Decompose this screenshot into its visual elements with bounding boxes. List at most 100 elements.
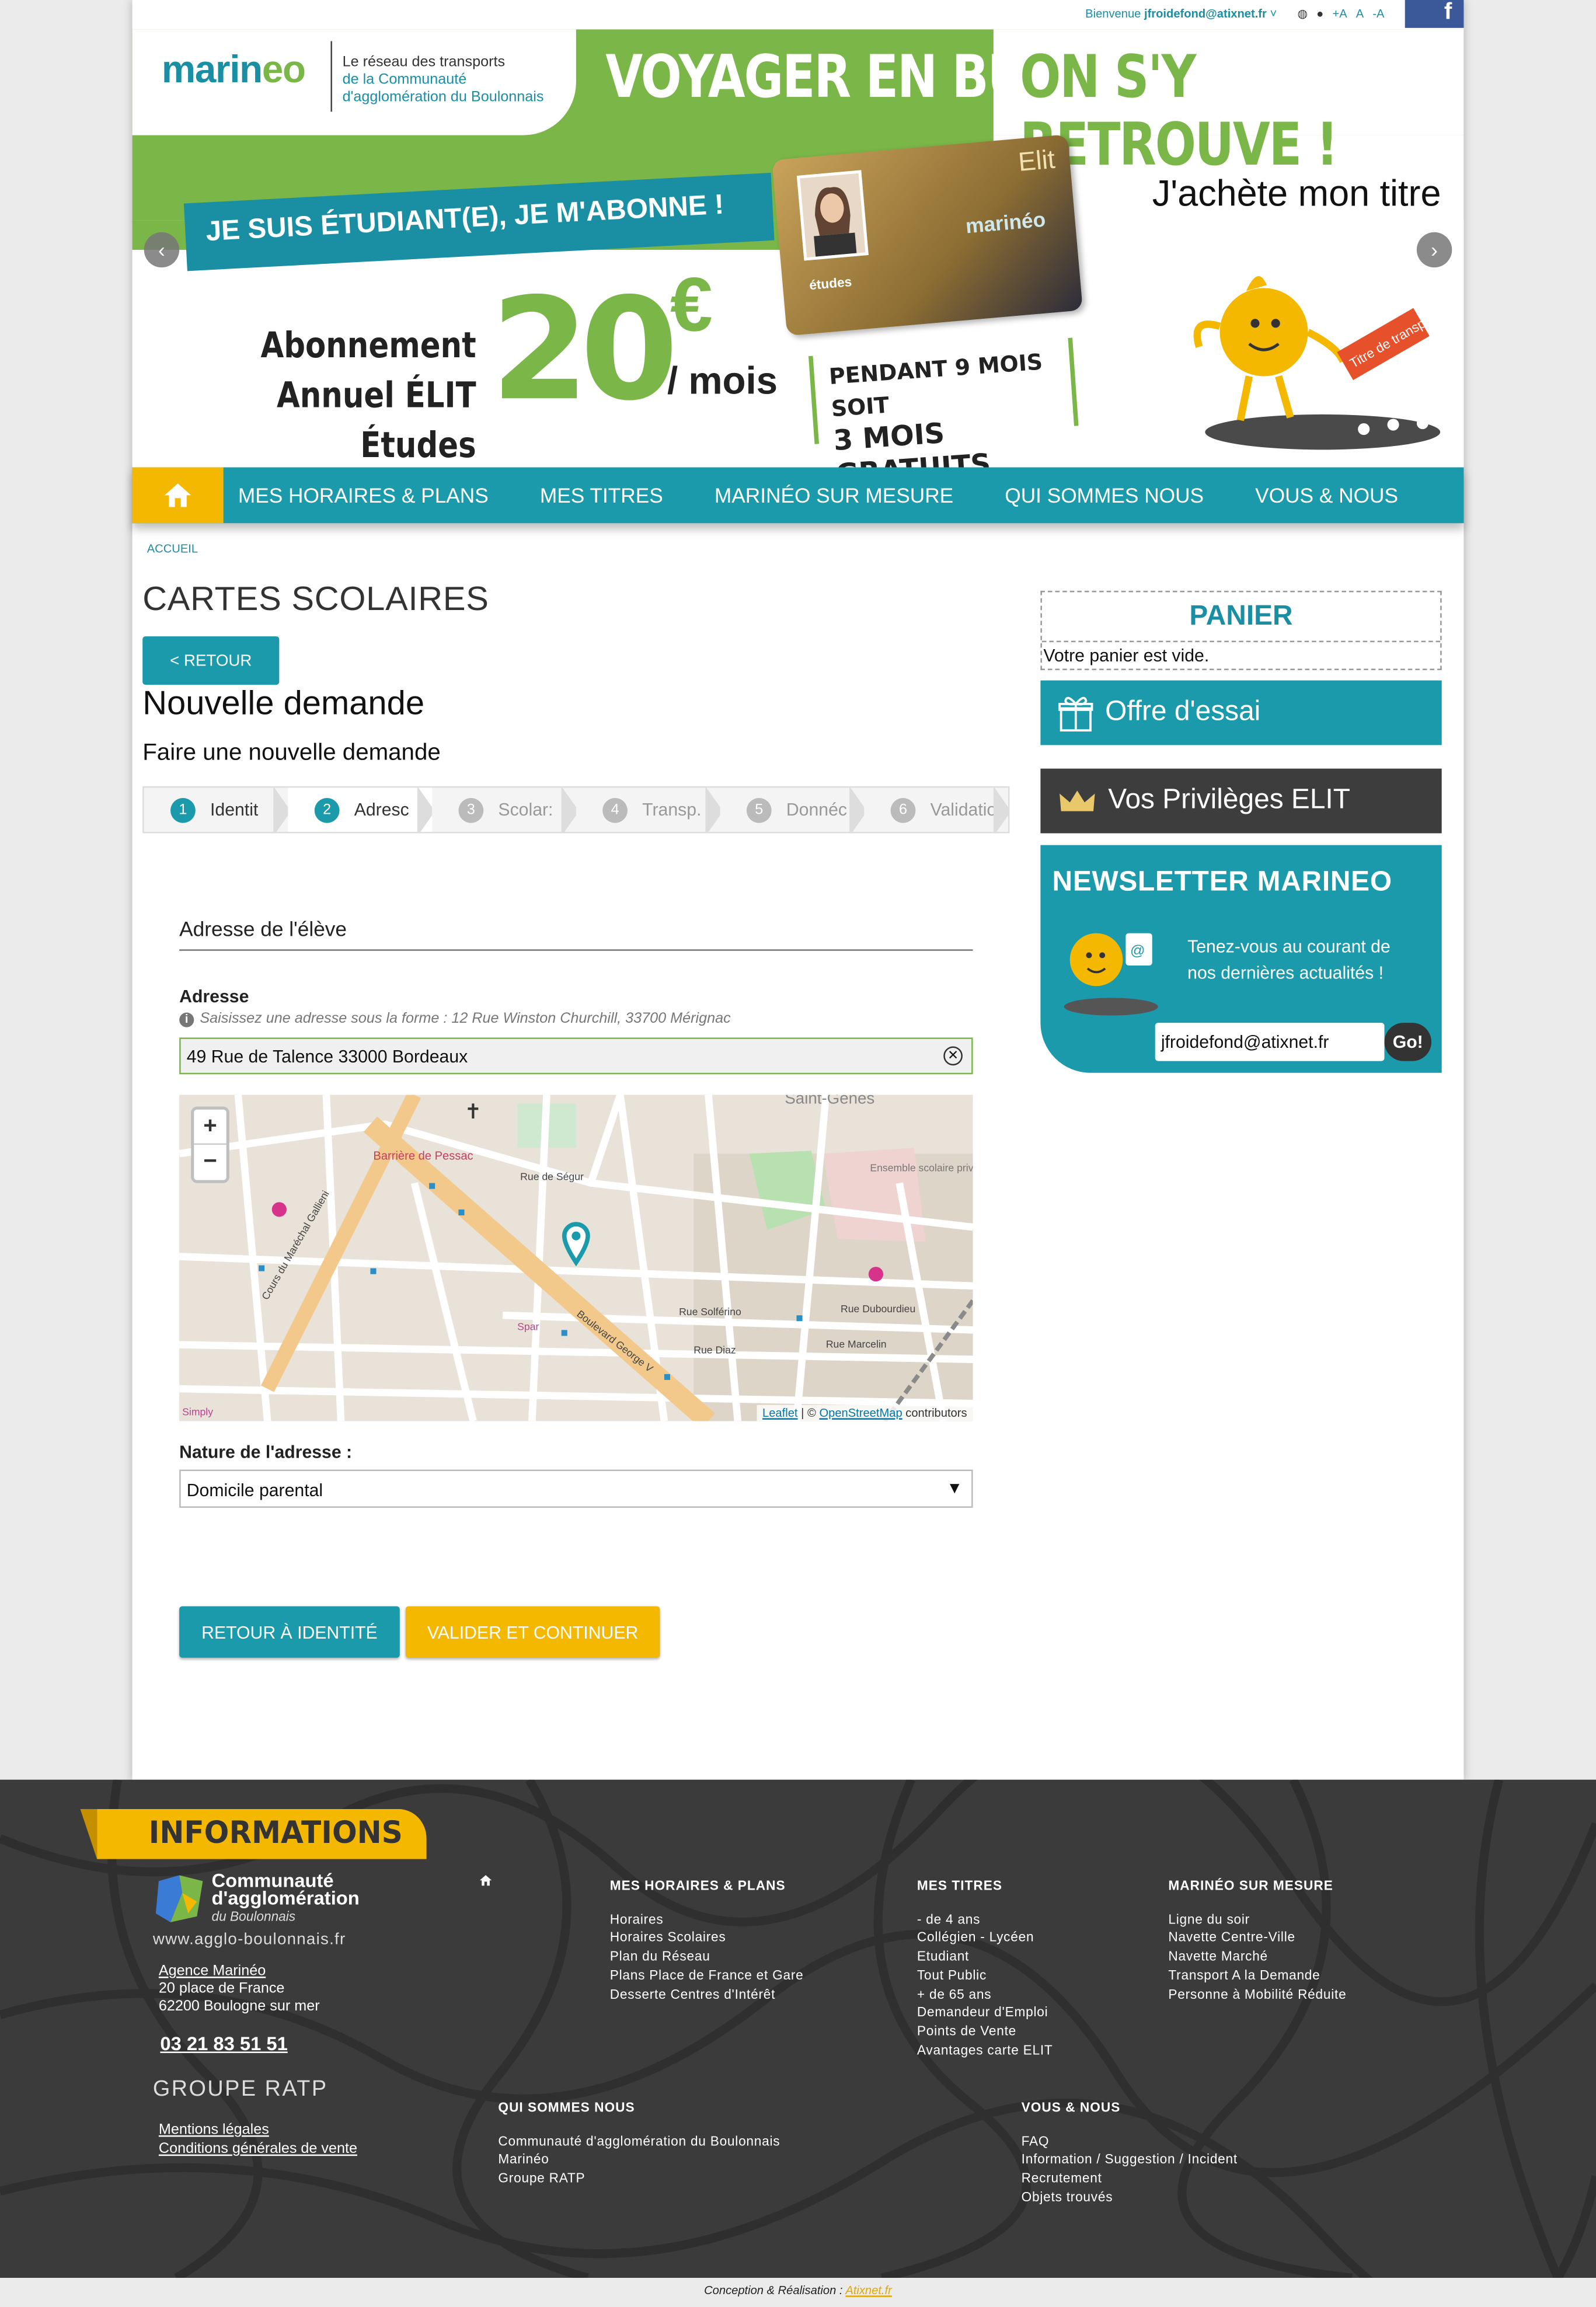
brand-tagline: Le réseau des transports de la Communaut…	[342, 54, 544, 106]
previous-step-button[interactable]: RETOUR À IDENTITÉ	[179, 1606, 400, 1658]
font-size-decrease[interactable]: -A	[1372, 6, 1384, 20]
form-title: Nouvelle demande	[142, 683, 425, 722]
step-donnees[interactable]: 5 Donnéc	[720, 787, 865, 832]
footer-link[interactable]: Avantages carte ELIT	[917, 2041, 1053, 2059]
legal-notice-link[interactable]: Mentions légales	[159, 2121, 357, 2140]
map-label-diaz: Rue Diaz	[694, 1344, 736, 1356]
agency-address: Agence Marinéo 20 place de France 62200 …	[158, 1963, 320, 2015]
mascot-newsletter-icon: @	[1064, 933, 1158, 1016]
hero-banner[interactable]: marineo Le réseau des transports de la C…	[132, 0, 1464, 468]
banner-currency: €	[670, 263, 713, 349]
newsletter-panel: NEWSLETTER MARINEO @ Tenez-vous au coura…	[1040, 845, 1442, 1073]
carousel-prev-button[interactable]: ‹	[144, 232, 180, 268]
home-button[interactable]	[132, 467, 224, 524]
footer-link[interactable]: Communauté d'agglomération du Boulonnais	[498, 2132, 780, 2151]
footer-link[interactable]: Objets trouvés	[1022, 2188, 1238, 2207]
terms-link[interactable]: Conditions générales de vente	[159, 2139, 357, 2159]
leaflet-link[interactable]: Leaflet	[762, 1406, 797, 1420]
back-button[interactable]: < RETOUR	[142, 636, 280, 685]
footer-link[interactable]: Points de Vente	[917, 2022, 1053, 2041]
map-label-solferino: Rue Solférino	[679, 1306, 741, 1318]
agglo-logo[interactable]: Communauté d'agglomération du Boulonnais …	[153, 1871, 374, 1949]
footer-link[interactable]: Demandeur d'Emploi	[917, 2003, 1053, 2022]
footer-link[interactable]: FAQ	[1022, 2132, 1238, 2151]
validate-continue-button[interactable]: VALIDER ET CONTINUER	[405, 1606, 660, 1658]
footer-link[interactable]: Navette Marché	[1168, 1947, 1346, 1966]
page-title: CARTES SCOLAIRES	[142, 579, 489, 618]
dropdown-arrow-icon: ▼	[946, 1480, 963, 1498]
footer-link[interactable]: Plan du Réseau	[610, 1947, 804, 1966]
map-label-simply: Simply	[182, 1406, 213, 1417]
nav-vous-et-nous[interactable]: VOUS & NOUS	[1255, 483, 1398, 507]
credit-link[interactable]: Atixnet.fr	[845, 2284, 891, 2297]
step-validation[interactable]: 6 Validation	[864, 787, 1009, 832]
newsletter-email-input[interactable]: jfroidefond@atixnet.fr	[1155, 1023, 1385, 1061]
font-size-default[interactable]: A	[1356, 6, 1364, 20]
marineo-logo[interactable]: marineo	[162, 47, 306, 93]
welcome-text: Bienvenue jfroidefond@atixnet.fr ˅	[1085, 6, 1277, 20]
nav-horaires[interactable]: MES HORAIRES & PLANS	[238, 483, 489, 507]
carousel-next-button[interactable]: ›	[1416, 232, 1452, 268]
osm-link[interactable]: OpenStreetMap	[819, 1406, 902, 1420]
newsletter-title: NEWSLETTER MARINEO	[1052, 867, 1392, 898]
zoom-in-button[interactable]: +	[194, 1110, 226, 1145]
map-tiles: Saint-Genès Barrière de Pessac Rue de Sé…	[179, 1095, 973, 1421]
footer-link[interactable]: Desserte Centres d'Intérêt	[610, 1985, 804, 2003]
cart-title: PANIER	[1041, 593, 1441, 643]
footer-link[interactable]: Personne à Mobilité Réduite	[1168, 1985, 1346, 2003]
footer-link[interactable]: Marinéo	[498, 2151, 780, 2169]
phone-link[interactable]: 03 21 83 51 51	[160, 2033, 287, 2055]
nav-titres[interactable]: MES TITRES	[540, 483, 663, 507]
nav-qui-sommes-nous[interactable]: QUI SOMMES NOUS	[1005, 483, 1204, 507]
svg-text:@: @	[1130, 942, 1145, 959]
banner-buy-title[interactable]: J'achète mon titre	[1152, 173, 1441, 216]
footer-link[interactable]: Groupe RATP	[498, 2169, 780, 2188]
font-size-increase[interactable]: +A	[1332, 6, 1347, 20]
crown-icon	[1060, 790, 1095, 811]
home-icon	[164, 483, 191, 507]
chevron-left-icon: ‹	[158, 238, 165, 262]
step-scolarite[interactable]: 3 Scolar:	[432, 787, 576, 832]
footer-link[interactable]: Etudiant	[917, 1947, 1053, 1966]
footer-link[interactable]: Transport A la Demande	[1168, 1966, 1346, 1985]
footer-link[interactable]: Ligne du soir	[1168, 1910, 1346, 1929]
facebook-icon[interactable]: f	[1405, 0, 1464, 27]
footer-link[interactable]: Tout Public	[917, 1966, 1053, 1985]
agglo-map-icon	[155, 1875, 203, 1922]
footer-link[interactable]: - de 4 ans	[917, 1910, 1053, 1929]
user-account-link[interactable]: jfroidefond@atixnet.fr	[1144, 6, 1267, 20]
footer-home-icon[interactable]	[479, 1874, 493, 1893]
footer-link[interactable]: Collégien - Lycéen	[917, 1929, 1053, 1947]
step-adresse[interactable]: 2 Adresc	[288, 787, 433, 832]
footer-link[interactable]: Information / Suggestion / Incident	[1022, 2151, 1238, 2169]
banner-slogan-1: VOYAGER EN BUS	[605, 44, 1060, 112]
address-map[interactable]: Saint-Genès Barrière de Pessac Rue de Sé…	[179, 1095, 973, 1421]
zoom-out-button[interactable]: −	[194, 1145, 226, 1180]
breadcrumb[interactable]: ACCUEIL	[147, 542, 198, 556]
contrast-high-icon[interactable]: ●	[1316, 6, 1323, 20]
footer-link[interactable]: Horaires	[610, 1910, 804, 1929]
map-label-spar: Spar	[517, 1320, 539, 1332]
footer-col-qui: QUI SOMMES NOUS Communauté d'agglomérati…	[498, 2099, 780, 2188]
newsletter-submit-button[interactable]: Go!	[1384, 1023, 1432, 1061]
clear-icon[interactable]: ✕	[943, 1046, 963, 1066]
elit-privileges-button[interactable]: Vos Privilèges ELIT	[1040, 768, 1442, 834]
step-identite[interactable]: 1 Identit	[144, 787, 288, 832]
footer-link[interactable]: Navette Centre-Ville	[1168, 1929, 1346, 1947]
footer-link[interactable]: Plans Place de France et Gare	[610, 1966, 804, 1985]
footer-link[interactable]: Recrutement	[1022, 2169, 1238, 2188]
trial-offer-button[interactable]: Offre d'essai	[1040, 680, 1442, 745]
nature-select[interactable]: Domicile parental ▼	[179, 1469, 973, 1508]
address-input[interactable]: 49 Rue de Talence 33000 Bordeaux ✕	[179, 1037, 973, 1075]
footer-link[interactable]: Horaires Scolaires	[610, 1929, 804, 1947]
step-transport[interactable]: 4 Transp.	[576, 787, 720, 832]
footer-col-vous: VOUS & NOUS FAQ Information / Suggestion…	[1022, 2099, 1238, 2207]
ratp-logo: GROUPE RATP	[152, 2076, 328, 2102]
nav-sur-mesure[interactable]: MARINÉO SUR MESURE	[715, 483, 953, 507]
contrast-low-icon[interactable]: ◍	[1297, 6, 1308, 20]
map-label-ensemble: Ensemble scolaire privé Saint-Genès	[870, 1162, 973, 1173]
map-label-segur: Rue de Ségur	[520, 1171, 584, 1183]
map-zoom-control: + −	[191, 1106, 229, 1183]
agency-link[interactable]: Agence Marinéo	[159, 1963, 320, 1981]
footer-link[interactable]: + de 65 ans	[917, 1985, 1053, 2003]
